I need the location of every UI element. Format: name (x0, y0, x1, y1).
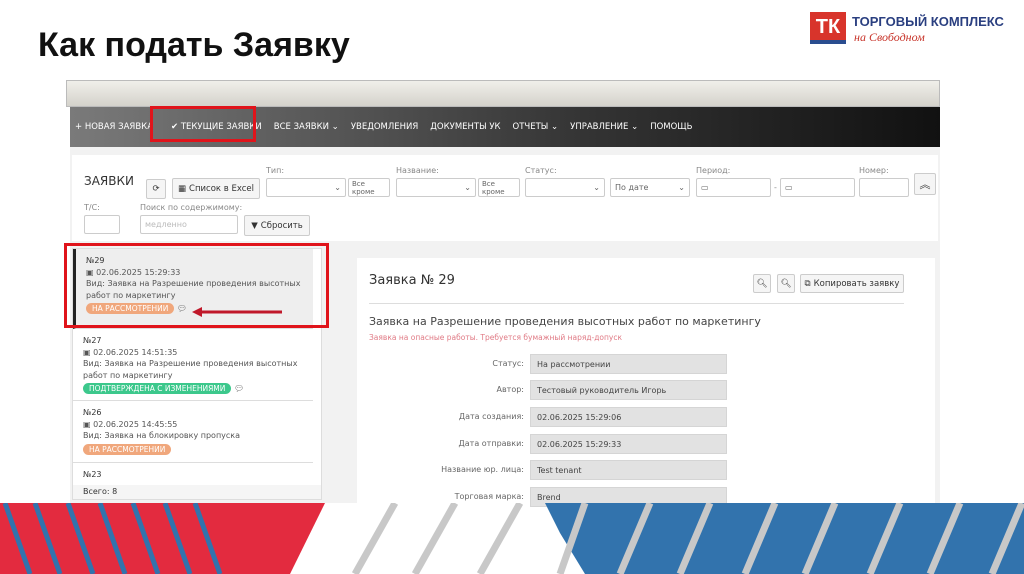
calendar-icon: ▭ (785, 183, 793, 192)
name-select[interactable]: ⌄ (396, 178, 476, 197)
zoom-in-button[interactable]: 🔍︎ (777, 274, 795, 293)
nav-notifications[interactable]: УВЕДОМЛЕНИЯ (351, 122, 418, 132)
decorative-stripes (0, 503, 1024, 574)
field-sent: Дата отправки: 02.06.2025 15:29:33 (357, 434, 727, 454)
browser-bar (66, 80, 940, 107)
filter-panel: ЗАЯВКИ ⟳ ▦ Список в Excel Тип: ⌄ Все кром… (72, 155, 938, 241)
refresh-icon: ⟳ (152, 184, 160, 194)
divider (369, 303, 904, 304)
white-band-stripes (351, 503, 524, 574)
excel-button[interactable]: ▦ Список в Excel (172, 178, 260, 199)
list-item[interactable]: №26 ▣ 02.06.2025 14:45:55 Вид: Заявка на… (73, 401, 313, 463)
field-status: Статус: На рассмотрении (357, 354, 727, 374)
request-date: ▣ 02.06.2025 14:45:55 (83, 419, 178, 429)
reset-button[interactable]: ▼ Сбросить (244, 215, 310, 236)
collapse-button[interactable]: ︽ (914, 173, 936, 195)
ts-label: Т/С: (84, 203, 100, 212)
list-item[interactable]: №27 ▣ 02.06.2025 14:51:35 Вид: Заявка на… (73, 329, 313, 401)
zoom-out-button[interactable]: 🔍︎ (753, 274, 771, 293)
request-number: №27 (83, 336, 102, 345)
double-chevron-up-icon: ︽ (919, 178, 931, 191)
detail-title: Заявка № 29 (369, 273, 455, 288)
status-select[interactable]: ⌄ (525, 178, 605, 197)
request-number: №23 (83, 470, 102, 479)
nav-help[interactable]: ПОМОЩЬ (650, 122, 692, 132)
search-icon: 🔍︎ (756, 278, 768, 289)
filter-icon: ▼ (251, 220, 258, 231)
total-count: Всего: 8 (73, 485, 321, 499)
type-except-checkbox[interactable]: Все кроме (348, 178, 390, 197)
reset-label: Сбросить (260, 220, 303, 231)
nav-all-requests[interactable]: ВСЕ ЗАЯВКИ ⌄ (274, 122, 339, 132)
nav-management[interactable]: УПРАВЛЕНИЕ ⌄ (570, 122, 638, 132)
type-select[interactable]: ⌄ (266, 178, 346, 197)
chevron-down-icon: ⌄ (464, 183, 471, 192)
number-input[interactable] (859, 178, 909, 197)
period-to-input[interactable]: ▭ (780, 178, 855, 197)
copy-request-button[interactable]: ⧉ Копировать заявку (800, 274, 904, 293)
chevron-down-icon: ⌄ (678, 183, 685, 192)
logo-mark: ТК (810, 12, 846, 44)
slide-title: Как подать Заявку (38, 26, 350, 64)
nav-reports[interactable]: ОТЧЕТЫ ⌄ (513, 122, 559, 132)
sort-select[interactable]: По дате ⌄ (610, 178, 690, 197)
field-legal-name: Название юр. лица: Test tenant (357, 460, 727, 480)
copy-label: Копировать заявку (813, 278, 900, 289)
request-number: №26 (83, 408, 102, 417)
ts-input[interactable] (84, 215, 120, 234)
calendar-icon: ▭ (701, 183, 709, 192)
highlight-nav (150, 106, 256, 142)
search-icon: 🔍︎ (780, 278, 792, 289)
logo-line2: на Свободном (854, 30, 925, 44)
field-author: Автор: Тестовый руководитель Игорь (357, 380, 727, 400)
sort-value: По дате (615, 183, 649, 192)
number-label: Номер: (859, 166, 889, 175)
type-label: Тип: (266, 166, 285, 175)
company-logo: ТК ТОРГОВЫЙ КОМПЛЕКС на Свободном (810, 12, 1015, 48)
field-created: Дата создания: 02.06.2025 15:29:06 (357, 407, 727, 427)
warning-text: Заявка на опасные работы. Требуется бума… (369, 333, 623, 342)
chevron-down-icon: ⌄ (593, 183, 600, 192)
request-subject: Заявка на Разрешение проведения высотных… (369, 315, 761, 328)
request-kind: Вид: Заявка на Разрешение проведения выс… (83, 359, 298, 380)
request-kind: Вид: Заявка на блокировку пропуска (83, 431, 241, 440)
status-badge: ПОДТВЕРЖДЕНА С ИЗМЕНЕНИЯМИ (83, 383, 232, 394)
status-label: Статус: (525, 166, 557, 175)
table-icon: ▦ (178, 183, 187, 194)
period-from-input[interactable]: ▭ (696, 178, 771, 197)
nav-documents[interactable]: ДОКУМЕНТЫ УК (430, 122, 500, 132)
period-dash: - (774, 183, 777, 192)
copy-icon: ⧉ (804, 278, 811, 289)
name-except-checkbox[interactable]: Все кроме (478, 178, 520, 197)
name-label: Название: (396, 166, 439, 175)
refresh-button[interactable]: ⟳ (146, 179, 166, 199)
status-badge: НА РАССМОТРЕНИИ (83, 443, 172, 455)
requests-heading: ЗАЯВКИ (84, 174, 134, 188)
search-input[interactable]: медленно (140, 215, 238, 234)
logo-line1: ТОРГОВЫЙ КОМПЛЕКС (852, 14, 1004, 29)
request-date: ▣ 02.06.2025 14:51:35 (83, 347, 178, 357)
excel-label: Список в Excel (189, 183, 254, 194)
arrow-icon (192, 307, 282, 317)
period-label: Период: (696, 166, 731, 175)
nav-new-request[interactable]: + НОВАЯ ЗАЯВКА (75, 122, 153, 132)
comment-icon: 💬︎ (233, 384, 245, 393)
search-label: Поиск по содержимому: (140, 203, 243, 212)
request-detail: Заявка № 29 🔍︎ 🔍︎ ⧉ Копировать заявку Зая… (357, 258, 935, 507)
chevron-down-icon: ⌄ (334, 183, 341, 192)
